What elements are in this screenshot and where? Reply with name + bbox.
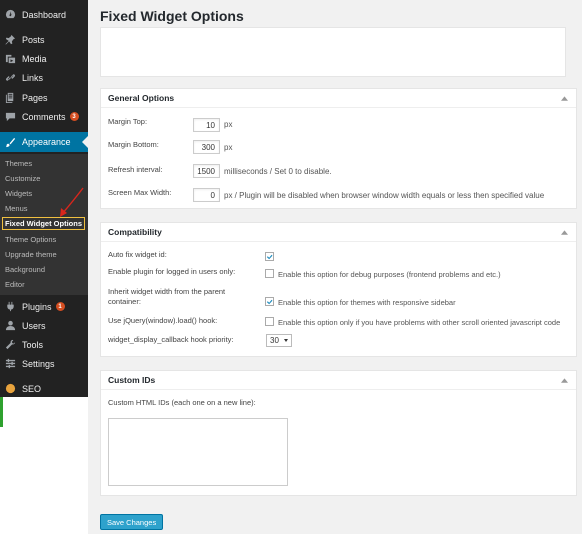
annotation-arrow-icon bbox=[60, 187, 84, 217]
user-icon bbox=[4, 320, 16, 332]
menu-label: Settings bbox=[22, 358, 55, 369]
menu-settings[interactable]: Settings bbox=[0, 354, 88, 373]
plug-icon bbox=[4, 301, 16, 313]
screen-max-width-unit: px / Plugin will be disabled when browse… bbox=[224, 191, 545, 200]
menu-label: Posts bbox=[22, 34, 45, 45]
menu-label: Comments bbox=[22, 111, 66, 122]
menu-label: Pages bbox=[22, 92, 48, 103]
collapse-arrow-icon[interactable] bbox=[560, 228, 569, 237]
submenu-menus[interactable]: Menus bbox=[5, 201, 28, 215]
jquery-hook-description: Enable this option only if you have prob… bbox=[278, 318, 561, 327]
menu-label: Dashboard bbox=[22, 9, 67, 20]
submenu-upgrade-theme[interactable]: Upgrade theme bbox=[5, 247, 57, 261]
jquery-hook-checkbox[interactable] bbox=[265, 317, 274, 326]
menu-label: Users bbox=[22, 320, 46, 331]
screen-max-width-input[interactable]: 0 bbox=[193, 188, 220, 202]
submenu-customize[interactable]: Customize bbox=[5, 171, 40, 185]
save-changes-button[interactable]: Save Changes bbox=[100, 514, 164, 530]
menu-seo[interactable]: SEO bbox=[0, 379, 88, 398]
pin-icon bbox=[4, 34, 16, 46]
main-content: Fixed Widget Options General Options Mar… bbox=[88, 0, 582, 534]
general-options-box: General Options Margin Top: 10 px Margin… bbox=[100, 88, 577, 209]
logged-in-description: Enable this option for debug purposes (f… bbox=[278, 270, 501, 279]
general-options-header[interactable]: General Options bbox=[101, 89, 576, 108]
dashboard-icon bbox=[4, 9, 16, 21]
margin-bottom-input[interactable]: 300 bbox=[193, 140, 220, 154]
menu-label: Tools bbox=[22, 339, 44, 350]
refresh-interval-unit: milliseconds / Set 0 to disable. bbox=[224, 167, 332, 176]
inherit-width-label-line1: Inherit widget width from the parent bbox=[108, 286, 226, 296]
logged-in-label-text: Enable plugin for logged in users only: bbox=[108, 266, 236, 276]
menu-pages[interactable]: Pages bbox=[0, 88, 88, 107]
menu-label: Plugins bbox=[22, 301, 52, 312]
pages-icon bbox=[4, 92, 16, 104]
menu-label: Links bbox=[22, 72, 44, 83]
comments-count-badge: 3 bbox=[69, 112, 79, 121]
submenu-themes[interactable]: Themes bbox=[5, 156, 32, 170]
custom-ids-box: Custom IDs Custom HTML IDs (each one on … bbox=[100, 370, 577, 496]
inherit-width-label-line2: container: bbox=[108, 296, 141, 306]
settings-icon bbox=[4, 358, 16, 370]
compatibility-header[interactable]: Compatibility bbox=[101, 223, 576, 242]
submenu-background[interactable]: Background bbox=[5, 262, 45, 276]
custom-ids-textarea[interactable] bbox=[108, 418, 288, 486]
auto-fix-checkbox[interactable] bbox=[265, 252, 274, 261]
checkmark-icon bbox=[266, 299, 273, 304]
menu-users[interactable]: Users bbox=[0, 316, 88, 335]
menu-media[interactable]: Media bbox=[0, 49, 88, 68]
wrench-icon bbox=[4, 339, 16, 351]
callback-priority-value: 30 bbox=[270, 336, 279, 345]
scroll-indicator bbox=[0, 397, 3, 427]
custom-ids-label-text: Custom HTML IDs (each one on a new line)… bbox=[108, 397, 256, 407]
compatibility-title: Compatibility bbox=[108, 227, 162, 237]
collapse-arrow-icon[interactable] bbox=[560, 376, 569, 385]
menu-appearance[interactable]: Appearance bbox=[0, 132, 88, 152]
compatibility-box: Compatibility Auto fix widget id: Enable… bbox=[100, 222, 577, 357]
margin-top-input[interactable]: 10 bbox=[193, 118, 220, 132]
margin-top-unit: px bbox=[224, 120, 233, 129]
screen-max-width-label: Screen Max Width: bbox=[108, 187, 172, 197]
brush-icon bbox=[4, 136, 16, 148]
menu-comments[interactable]: Comments 3 bbox=[0, 107, 88, 126]
comment-icon bbox=[4, 111, 16, 123]
media-icon bbox=[4, 53, 16, 65]
refresh-interval-input[interactable]: 1500 bbox=[193, 164, 220, 178]
general-options-title: General Options bbox=[108, 93, 175, 103]
page-title: Fixed Widget Options bbox=[100, 8, 244, 24]
refresh-interval-label: Refresh interval: bbox=[108, 164, 163, 174]
menu-dashboard[interactable]: Dashboard bbox=[0, 5, 88, 24]
header-box bbox=[100, 27, 566, 77]
inherit-width-description: Enable this option for themes with respo… bbox=[278, 298, 456, 307]
custom-ids-title: Custom IDs bbox=[108, 375, 156, 385]
menu-plugins[interactable]: Plugins 1 bbox=[0, 297, 88, 316]
custom-ids-header[interactable]: Custom IDs bbox=[101, 371, 576, 390]
appearance-submenu: Themes Customize Widgets Menus Fixed Wid… bbox=[0, 154, 88, 295]
checkmark-icon bbox=[266, 254, 273, 259]
seo-icon bbox=[4, 383, 16, 395]
menu-label: Appearance bbox=[22, 137, 71, 147]
submenu-theme-options[interactable]: Theme Options bbox=[5, 232, 56, 246]
menu-label: SEO bbox=[22, 383, 42, 394]
margin-top-label: Margin Top: bbox=[108, 116, 148, 126]
margin-bottom-unit: px bbox=[224, 143, 233, 152]
menu-tools[interactable]: Tools bbox=[0, 335, 88, 354]
callback-priority-select[interactable]: 30 bbox=[266, 334, 292, 347]
callback-priority-label-text: widget_display_callback hook priority: bbox=[108, 334, 234, 344]
logged-in-checkbox[interactable] bbox=[265, 269, 274, 278]
inherit-width-checkbox[interactable] bbox=[265, 297, 274, 306]
jquery-hook-label-text: Use jQuery(window).load() hook: bbox=[108, 315, 218, 325]
menu-links[interactable]: Links bbox=[0, 68, 88, 87]
submenu-widgets[interactable]: Widgets bbox=[5, 186, 32, 200]
menu-posts[interactable]: Posts bbox=[0, 30, 88, 49]
plugins-update-badge: 1 bbox=[55, 302, 65, 311]
collapse-arrow-icon[interactable] bbox=[560, 94, 569, 103]
auto-fix-label-text: Auto fix widget id: bbox=[108, 249, 167, 259]
link-icon bbox=[4, 72, 16, 84]
margin-bottom-label: Margin Bottom: bbox=[108, 139, 159, 149]
admin-sidebar: Dashboard Posts Media Links Pages Commen… bbox=[0, 0, 88, 534]
menu-label: Media bbox=[22, 53, 47, 64]
submenu-editor[interactable]: Editor bbox=[5, 277, 25, 291]
dropdown-caret-icon bbox=[284, 339, 288, 342]
